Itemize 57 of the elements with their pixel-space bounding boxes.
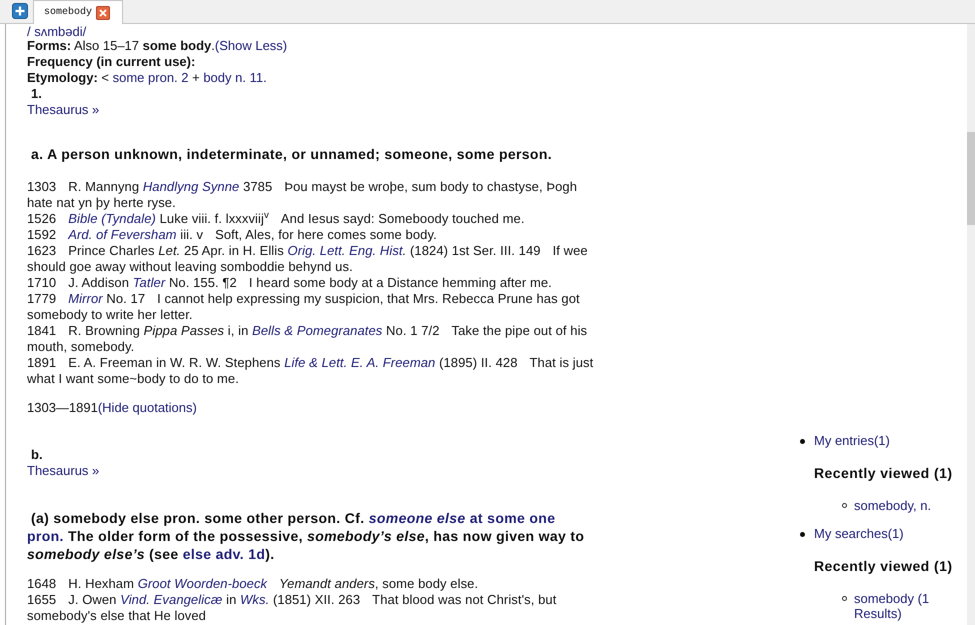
sense-number: 1.	[30, 86, 42, 102]
quotation: 1891 E. A. Freeman in W. R. W. Stephens Life & Lett. E. A. Freeman (1895) II. 428 That is just what I want some~body to do to me.	[27, 355, 594, 387]
entry-info-line: Frequency (in current use):	[27, 54, 196, 70]
sidebar-heading: Recently viewed (1)	[814, 557, 952, 575]
source-link[interactable]: Wks.	[240, 592, 270, 607]
cross-reference-link[interactable]: someone else	[368, 510, 466, 526]
thesaurus-link[interactable]: Thesaurus »	[27, 463, 100, 479]
source-link[interactable]: Handlyng Synne	[142, 179, 240, 194]
circle-bullet-icon	[842, 596, 847, 601]
cross-reference-link[interactable]: (Show Less)	[214, 38, 288, 53]
new-tab-button[interactable]	[12, 3, 28, 19]
scrollbar-track[interactable]	[967, 24, 975, 625]
scrollbar-thumb[interactable]	[967, 132, 975, 225]
pronunciation: / sʌmbədi/	[27, 24, 86, 38]
source-link[interactable]: Bells & Pomegranates	[252, 323, 382, 338]
quotation: 1303 R. Mannyng Handlyng Synne 3785 Þou mayst be wroþe, sum body to chastyse, Þogh hate nat yn þy herte ryse.	[27, 179, 578, 211]
tab[interactable]: somebody	[33, 0, 123, 24]
recent-item-link[interactable]: somebody (1 Results)	[854, 591, 962, 621]
quotation: 1841 R. Browning Pippa Passes i, in Bells & Pomegranates No. 1 7/2 Take the pipe out of his mouth, somebody.	[27, 323, 588, 355]
source-link[interactable]: Orig. Lett. Eng. Hist.	[288, 243, 406, 258]
source-link[interactable]: Tatler	[132, 275, 166, 290]
hide-quotations-link[interactable]: (Hide quotations)	[98, 400, 197, 416]
source-link[interactable]: Bible (Tyndale)	[68, 211, 156, 226]
quotation: 1623 Prince Charles Let. 25 Apr. in H. Ellis Orig. Lett. Eng. Hist. (1824) 1st Ser. III. 149 If wee should goe away without leaving somboddie behynd us.	[27, 243, 589, 275]
bullet-icon	[800, 532, 805, 536]
thesaurus-link[interactable]: Thesaurus »	[27, 102, 100, 118]
source-link[interactable]: Mirror	[68, 291, 103, 306]
cross-reference-link[interactable]: body n. 11.	[203, 70, 267, 85]
cross-reference-link[interactable]: some pron. 2	[112, 70, 188, 85]
source-link[interactable]: Groot Woorden-boeck	[138, 576, 268, 591]
circle-bullet-icon	[842, 503, 847, 508]
quotation: 1655 J. Owen Vind. Evangelicæ in Wks. (1851) XII. 263 That blood was not Christ's, but somebody's else that He loved	[27, 592, 558, 624]
quotation: 1648 H. Hexham Groot Woorden-boeck Yemandt anders, some body else.	[27, 576, 480, 592]
quotation: 1526 Bible (Tyndale) Luke viii. f. lxxxviij$^{v}$ And Iesus sayd: Someboody touched me.	[27, 211, 526, 227]
date-range: 1303—1891	[27, 400, 98, 416]
sidebar-link[interactable]: My searches(1)	[814, 526, 904, 542]
bullet-icon	[800, 438, 805, 444]
quotation: 1592 Ard. of Feversham iii. v Soft, Ales, for here comes some body.	[27, 227, 438, 243]
cross-reference-link[interactable]: pron.	[27, 528, 64, 544]
sense-definition: a. A person unknown, indeterminate, or unnamed; someone, some person.	[30, 145, 553, 163]
entry-info-line: Etymology: < some pron. 2 + body n. 11.	[27, 70, 267, 86]
sense-number: b.	[30, 447, 43, 463]
cross-reference-link[interactable]: at some one	[470, 510, 556, 526]
sense-definition: (a) somebody else pron. some other person. Cf. someone else at some one pron. The older form of the possessive, somebody’s else, has now given way to somebody else’s (see else adv. 1d).	[27, 509, 586, 563]
source-link[interactable]: Life & Lett. E. A. Freeman	[284, 355, 436, 370]
close-tab-button[interactable]	[96, 6, 110, 20]
sidebar-heading: Recently viewed (1)	[814, 464, 952, 482]
sidebar-link[interactable]: My entries(1)	[814, 433, 890, 449]
cross-reference-link[interactable]: else adv. 1d	[182, 546, 266, 562]
recent-item-link[interactable]: somebody, n.	[854, 498, 932, 513]
close-icon	[99, 8, 108, 16]
quotation: 1710 J. Addison Tatler No. 155. ¶2 I heard some body at a Distance hemming after me.	[27, 275, 553, 291]
entry-info-line: Forms: Also 15–17 some body.(Show Less)	[27, 38, 288, 54]
source-link[interactable]: Vind. Evangelicæ	[120, 592, 222, 607]
plus-icon	[15, 6, 25, 16]
quotation: 1779 Mirror No. 17 I cannot help expressing my suspicion, that Mrs. Rebecca Prune has got somebody to write her letter.	[27, 291, 581, 323]
source-link[interactable]: Ard. of Feversham	[68, 227, 177, 242]
